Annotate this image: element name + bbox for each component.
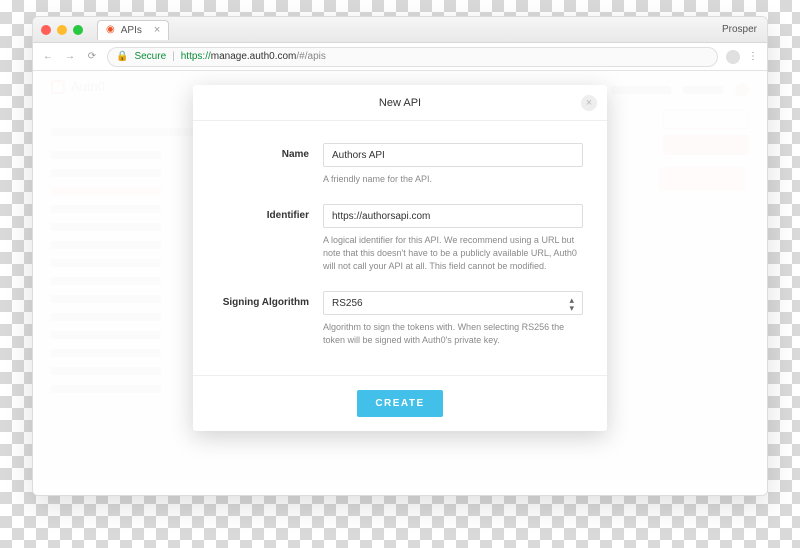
close-window-icon[interactable] — [41, 25, 51, 35]
chrome-menu-icon[interactable]: ⋮ — [748, 51, 759, 62]
name-help: A friendly name for the API. — [323, 173, 583, 186]
modal-header: New API × — [193, 85, 607, 121]
page-content: Auth0 — [33, 71, 767, 495]
minimize-window-icon[interactable] — [57, 25, 67, 35]
extension-icon[interactable] — [726, 50, 740, 64]
name-input[interactable]: Authors API — [323, 143, 583, 167]
algorithm-label: Signing Algorithm — [217, 291, 309, 347]
reload-icon[interactable]: ⟳ — [85, 51, 99, 62]
identifier-help: A logical identifier for this API. We re… — [323, 234, 583, 273]
close-tab-icon[interactable]: × — [154, 24, 160, 36]
maximize-window-icon[interactable] — [73, 25, 83, 35]
tab-title: APIs — [121, 25, 142, 36]
forward-icon[interactable]: → — [63, 51, 77, 62]
window-controls — [41, 25, 83, 35]
algorithm-help: Algorithm to sign the tokens with. When … — [323, 321, 583, 347]
titlebar: ◉ APIs × Prosper — [33, 17, 767, 43]
identifier-input[interactable]: https://authorsapi.com — [323, 204, 583, 228]
browser-tab[interactable]: ◉ APIs × — [97, 20, 169, 40]
address-bar: ← → ⟳ 🔒 Secure | https://manage.auth0.co… — [33, 43, 767, 71]
chevron-updown-icon: ▴▾ — [569, 296, 574, 312]
browser-window: ◉ APIs × Prosper ← → ⟳ 🔒 Secure | https:… — [32, 16, 768, 496]
url-text: https://manage.auth0.com/#/apis — [181, 51, 326, 62]
identifier-label: Identifier — [217, 204, 309, 273]
create-button[interactable]: CREATE — [357, 390, 442, 417]
name-label: Name — [217, 143, 309, 186]
lock-icon: 🔒 — [116, 51, 128, 62]
url-field[interactable]: 🔒 Secure | https://manage.auth0.com/#/ap… — [107, 47, 718, 67]
new-api-modal: New API × Name Authors API A friendly na… — [193, 85, 607, 431]
secure-label: Secure — [134, 51, 166, 62]
auth0-favicon-icon: ◉ — [106, 25, 115, 35]
modal-title: New API — [379, 97, 421, 109]
chrome-profile[interactable]: Prosper — [722, 24, 757, 35]
algorithm-select[interactable]: RS256 ▴▾ — [323, 291, 583, 315]
close-icon[interactable]: × — [581, 95, 597, 111]
back-icon[interactable]: ← — [41, 51, 55, 62]
